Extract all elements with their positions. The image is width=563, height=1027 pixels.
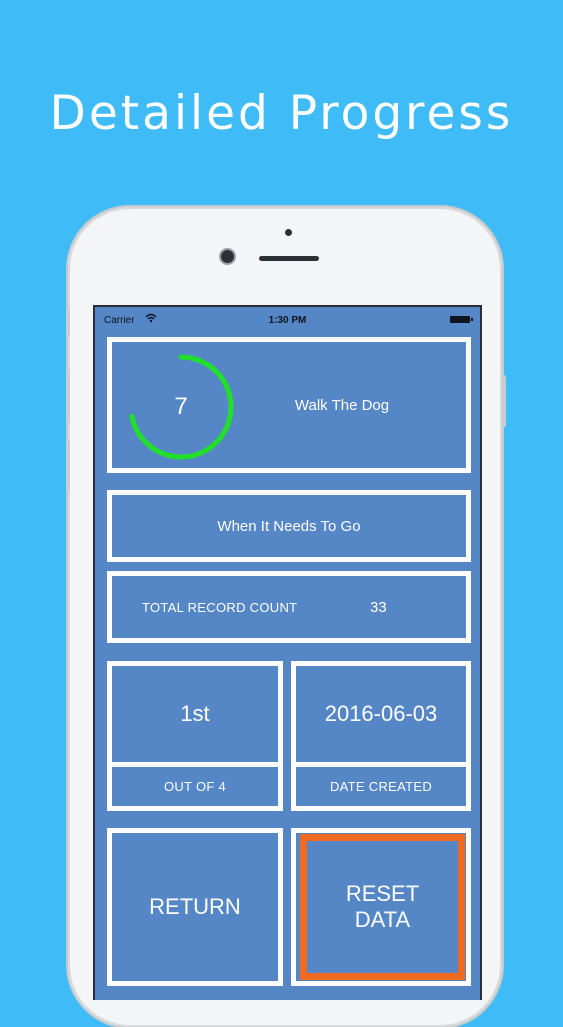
rank-value: 1st <box>180 701 210 726</box>
date-label: DATE CREATED <box>329 779 433 794</box>
rank-card: 1st <box>107 661 283 767</box>
record-count-value: 33 <box>370 598 387 616</box>
date-card: 2016-06-03 <box>291 661 471 767</box>
battery-icon <box>450 316 473 323</box>
rank-label: OUT OF 4 <box>163 779 227 794</box>
mute-switch <box>66 308 70 336</box>
date-label-card: DATE CREATED <box>291 767 471 811</box>
task-description[interactable]: When It Needs To Go <box>107 490 471 562</box>
return-button[interactable]: RETURN <box>107 828 283 986</box>
task-card[interactable]: 7 Walk The Dog <box>107 337 471 473</box>
reset-data-button[interactable]: RESET DATA <box>300 834 465 980</box>
task-count: 7 <box>174 393 188 420</box>
description-text: When It Needs To Go <box>217 517 361 535</box>
reset-label-line1: RESET <box>345 881 420 906</box>
rank-label-card: OUT OF 4 <box>107 767 283 811</box>
volume-up-button <box>66 370 70 422</box>
record-count-label: TOTAL RECORD COUNT <box>142 599 298 615</box>
headline: Detailed Progress <box>49 86 514 141</box>
volume-down-button <box>66 440 70 492</box>
power-button <box>502 375 506 427</box>
earpiece-speaker <box>259 256 319 261</box>
app-screen: Carrier 1:30 PM 7 Walk The Dog When It N… <box>93 305 482 1000</box>
task-name: Walk The Dog <box>294 396 390 414</box>
reset-label-line2: DATA <box>354 907 411 932</box>
proximity-sensor <box>285 229 292 236</box>
status-bar: Carrier 1:30 PM <box>95 307 480 331</box>
front-camera <box>221 250 234 263</box>
clock: 1:30 PM <box>268 315 307 326</box>
date-value: 2016-06-03 <box>324 701 438 726</box>
record-count-card: TOTAL RECORD COUNT 33 <box>107 571 471 643</box>
return-label: RETURN <box>149 894 241 919</box>
progress-ring: 7 <box>126 352 236 462</box>
